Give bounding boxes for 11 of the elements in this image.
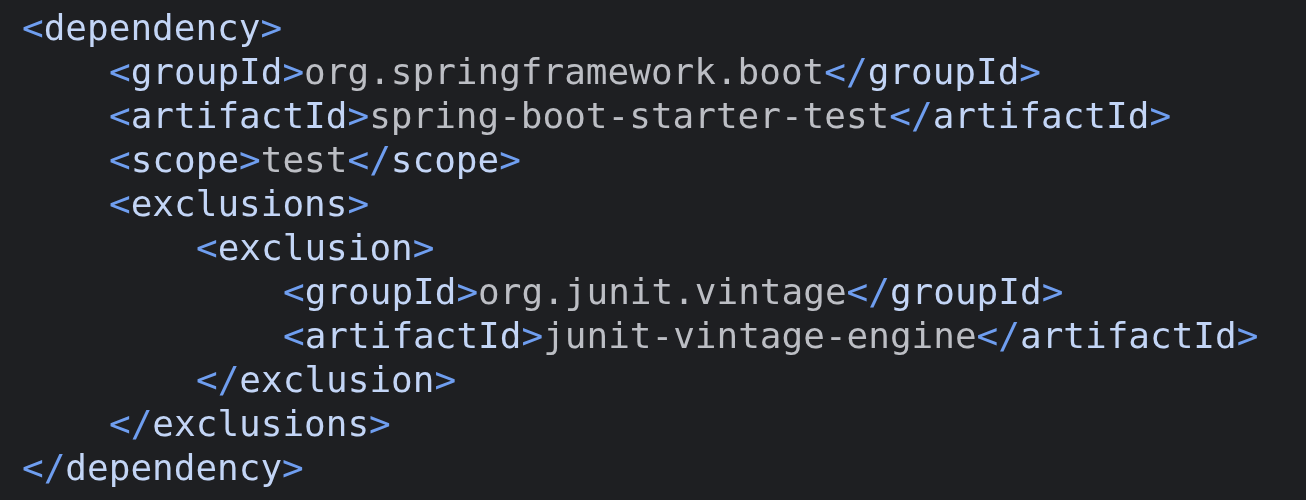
code-line: <exclusions> [109, 183, 370, 224]
code-line: </exclusions> [109, 403, 391, 444]
code-line: <artifactId>spring-boot-starter-test</artifactId> [109, 95, 1172, 136]
code-line: <dependency> [22, 7, 283, 48]
code-line: <scope>test</scope> [109, 139, 521, 180]
code-line: <exclusion> [196, 227, 435, 268]
code-line: </dependency> [22, 447, 304, 488]
code-line: <groupId>org.springframework.boot</groupId> [109, 51, 1042, 92]
code-line: </exclusion> [196, 359, 457, 400]
code-line: <artifactId>junit-vintage-engine</artifactId> [283, 315, 1259, 356]
code-line: <groupId>org.junit.vintage</groupId> [283, 271, 1064, 312]
